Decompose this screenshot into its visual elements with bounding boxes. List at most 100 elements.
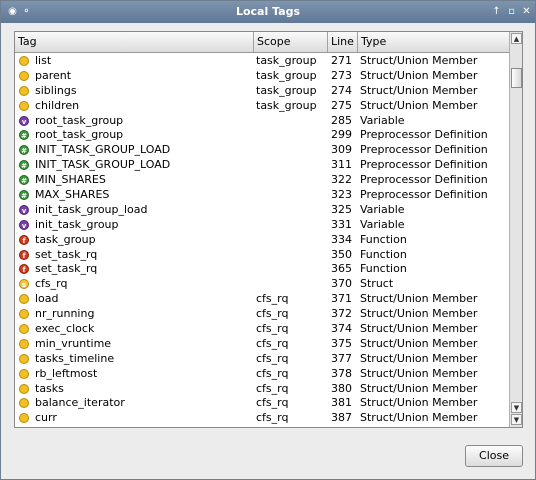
type-cell: Variable: [360, 202, 405, 216]
function-icon: f: [19, 234, 29, 245]
tag-cell: tasks: [35, 381, 64, 395]
member-icon: [19, 338, 29, 349]
table-row[interactable]: tasks cfs_rq 380 Struct/Union Member: [15, 381, 509, 396]
tag-cell: siblings: [35, 83, 77, 97]
table-row[interactable]: nr_running cfs_rq 372 Struct/Union Member: [15, 306, 509, 321]
table-row[interactable]: f task_group 334 Function: [15, 232, 509, 247]
column-header-scope[interactable]: Scope: [254, 32, 328, 52]
line-cell: 274: [331, 83, 352, 97]
type-cell: Struct/Union Member: [360, 54, 478, 67]
table-row[interactable]: rb_leftmost cfs_rq 378 Struct/Union Member: [15, 366, 509, 381]
type-cell: Variable: [360, 113, 405, 127]
table-row[interactable]: v root_task_group 285 Variable: [15, 113, 509, 128]
type-cell: Function: [360, 232, 407, 246]
line-cell: 275: [331, 98, 352, 112]
scope-cell: cfs_rq: [256, 292, 289, 306]
scope-cell: task_group: [256, 54, 317, 67]
scroll-down-icon[interactable]: ▼: [511, 402, 522, 413]
type-cell: Preprocessor Definition: [360, 173, 488, 187]
table-row[interactable]: v init_task_group_load 325 Variable: [15, 202, 509, 217]
help-icon[interactable]: ↑: [490, 5, 503, 18]
type-cell: Preprocessor Definition: [360, 128, 488, 142]
tag-cell: load: [35, 292, 59, 306]
table-row[interactable]: s cfs_rq 370 Struct: [15, 276, 509, 291]
table-row[interactable]: # INIT_TASK_GROUP_LOAD 311 Preprocessor Def…: [15, 157, 509, 172]
line-cell: 334: [331, 232, 352, 246]
table-row[interactable]: # INIT_TASK_GROUP_LOAD 309 Preprocessor Def…: [15, 142, 509, 157]
table-header: Tag Scope Line Type: [15, 32, 509, 53]
column-header-type[interactable]: Type: [358, 32, 509, 52]
type-cell: Struct/Union Member: [360, 411, 478, 425]
close-window-icon[interactable]: ✕: [520, 5, 533, 18]
title-bar[interactable]: ◉ ⚬ Local Tags ↑ ▫ ✕: [1, 1, 535, 23]
type-cell: Struct/Union Member: [360, 366, 478, 380]
type-cell: Struct/Union Member: [360, 307, 478, 321]
table-row[interactable]: tasks_timeline cfs_rq 377 Struct/Union Memb…: [15, 351, 509, 366]
tag-cell: tasks_timeline: [35, 351, 115, 365]
line-cell: 325: [331, 202, 352, 216]
table-row[interactable]: # root_task_group 299 Preprocessor Definiti…: [15, 127, 509, 142]
table-row[interactable]: # MAX_SHARES 323 Preprocessor Definition: [15, 187, 509, 202]
line-cell: 285: [331, 113, 352, 127]
member-icon: [19, 413, 29, 424]
scroll-thumb[interactable]: [511, 68, 522, 88]
table-row[interactable]: curr cfs_rq 387 Struct/Union Member: [15, 410, 509, 425]
tag-cell: children: [35, 98, 80, 112]
scroll-down-icon-2[interactable]: ▼: [511, 414, 522, 425]
tag-cell: MAX_SHARES: [35, 188, 110, 202]
table-row[interactable]: parent task_group 273 Struct/Union Member: [15, 68, 509, 83]
scope-cell: [256, 157, 326, 172]
line-cell: 309: [331, 143, 352, 157]
minimize-icon[interactable]: ▫: [505, 5, 518, 18]
member-icon: [19, 100, 29, 111]
line-cell: 271: [331, 54, 352, 67]
tag-cell: parent: [35, 68, 72, 82]
member-icon: [19, 398, 29, 409]
scope-cell: [256, 276, 326, 291]
column-header-line[interactable]: Line: [328, 32, 358, 52]
table-row[interactable]: f set_task_rq 365 Function: [15, 261, 509, 276]
line-cell: 378: [331, 366, 352, 380]
type-cell: Struct/Union Member: [360, 68, 478, 82]
tag-cell: exec_clock: [35, 322, 95, 336]
member-icon: [19, 383, 29, 394]
tag-cell: set_task_rq: [35, 262, 98, 276]
scope-cell: task_group: [256, 68, 317, 82]
type-cell: Function: [360, 262, 407, 276]
line-cell: 380: [331, 381, 352, 395]
local-tags-dialog: ◉ ⚬ Local Tags ↑ ▫ ✕ Tag Scope Line Type…: [0, 0, 536, 480]
variable-icon: v: [19, 219, 29, 230]
scope-cell: [256, 187, 326, 202]
variable-icon: v: [19, 204, 29, 215]
tag-cell: list: [35, 54, 52, 67]
table-row[interactable]: v init_task_group 331 Variable: [15, 217, 509, 232]
close-button[interactable]: Close: [465, 445, 523, 467]
line-cell: 371: [331, 292, 352, 306]
column-header-tag[interactable]: Tag: [15, 32, 254, 52]
type-cell: Preprocessor Definition: [360, 158, 488, 172]
table-row[interactable]: load cfs_rq 371 Struct/Union Member: [15, 291, 509, 306]
type-cell: Struct/Union Member: [360, 351, 478, 365]
table-row[interactable]: f set_task_rq 350 Function: [15, 247, 509, 262]
tag-cell: balance_iterator: [35, 396, 125, 410]
vertical-scrollbar[interactable]: ▲ ▼ ▼: [509, 32, 522, 427]
type-cell: Struct/Union Member: [360, 83, 478, 97]
scope-cell: cfs_rq: [256, 411, 289, 425]
type-cell: Preprocessor Definition: [360, 188, 488, 202]
type-cell: Struct/Union Member: [360, 98, 478, 112]
tag-cell: init_task_group: [35, 217, 119, 231]
table-row[interactable]: min_vruntime cfs_rq 375 Struct/Union Member: [15, 336, 509, 351]
define-icon: #: [19, 160, 29, 171]
table-row[interactable]: exec_clock cfs_rq 374 Struct/Union Member: [15, 321, 509, 336]
member-icon: [19, 294, 29, 305]
table-row[interactable]: children task_group 275 Struct/Union Member: [15, 98, 509, 113]
table-row[interactable]: list task_group 271 Struct/Union Member: [15, 53, 509, 68]
define-icon: #: [19, 175, 29, 186]
tag-cell: cfs_rq: [35, 277, 68, 291]
scroll-up-icon[interactable]: ▲: [511, 33, 522, 44]
table-row[interactable]: # MIN_SHARES 322 Preprocessor Definition: [15, 172, 509, 187]
scope-cell: [256, 247, 326, 262]
table-row[interactable]: balance_iterator cfs_rq 381 Struct/Union Me…: [15, 395, 509, 410]
table-row[interactable]: siblings task_group 274 Struct/Union Member: [15, 83, 509, 98]
type-cell: Struct/Union Member: [360, 396, 478, 410]
